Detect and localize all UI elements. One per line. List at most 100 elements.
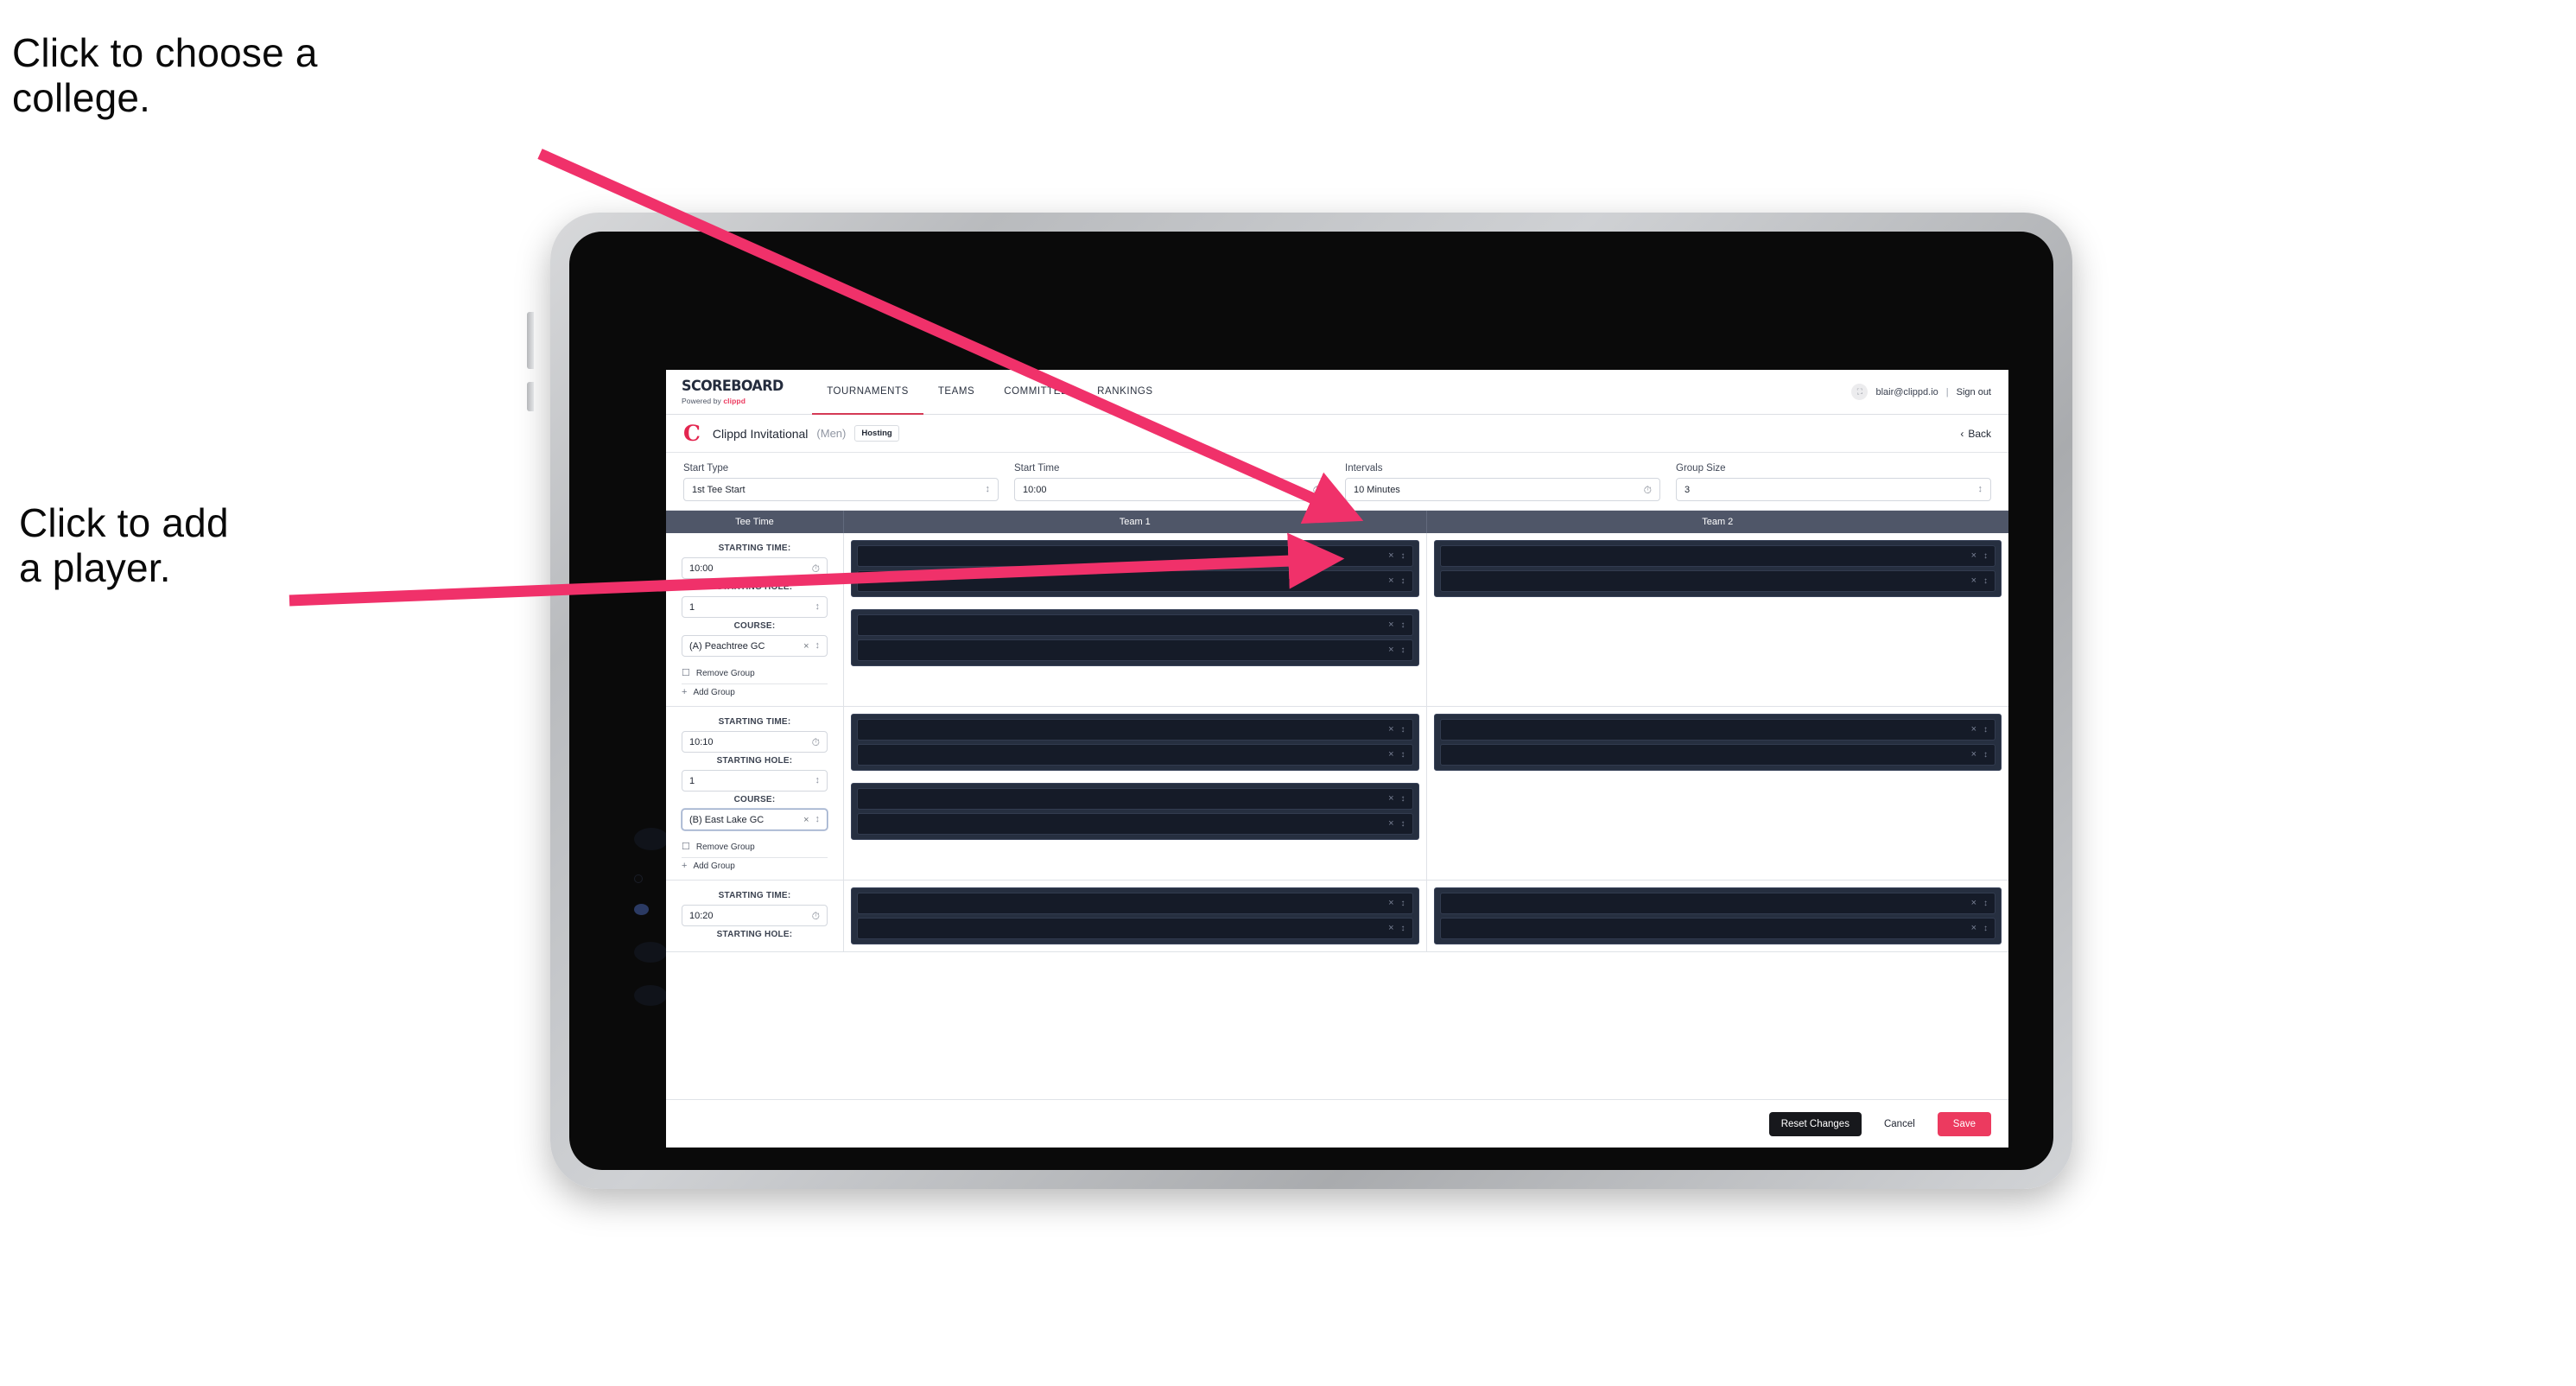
tab-tournaments[interactable]: TOURNAMENTS xyxy=(812,370,923,415)
chevron-updown-icon[interactable]: ↕ xyxy=(815,602,821,612)
clear-icon[interactable]: × xyxy=(803,641,809,652)
clear-player-icon[interactable]: × xyxy=(1388,750,1393,760)
player-slot[interactable]: × ↕ xyxy=(857,570,1413,592)
clear-player-icon[interactable]: × xyxy=(1388,899,1393,908)
player-slot[interactable]: × ↕ xyxy=(857,918,1413,939)
starting-time-input[interactable]: 10:20 ⏱ xyxy=(682,905,828,926)
player-slot-empty-field[interactable] xyxy=(1450,745,1971,765)
avatar[interactable]: ⛶ xyxy=(1851,384,1869,400)
chevron-updown-icon[interactable]: ↕ xyxy=(815,815,821,824)
player-slot-empty-field[interactable] xyxy=(866,893,1388,913)
chevron-updown-icon[interactable]: ↕ xyxy=(1983,924,1988,933)
player-slot-empty-field[interactable] xyxy=(1450,720,1971,740)
player-slot[interactable]: × ↕ xyxy=(1439,545,1995,567)
chevron-updown-icon[interactable]: ↕ xyxy=(1401,725,1405,734)
player-slot-empty-field[interactable] xyxy=(1450,546,1971,566)
clear-icon[interactable]: × xyxy=(803,815,809,825)
clear-player-icon[interactable]: × xyxy=(1971,551,1976,561)
chevron-updown-icon[interactable]: ↕ xyxy=(1983,725,1988,734)
starting-time-input[interactable]: 10:00 ⏱ xyxy=(682,557,828,579)
clock-icon[interactable]: ⏱ xyxy=(812,563,820,574)
clear-player-icon[interactable]: × xyxy=(1971,750,1976,760)
cancel-button[interactable]: Cancel xyxy=(1874,1112,1926,1136)
player-slot-empty-field[interactable] xyxy=(866,546,1388,566)
clock-icon[interactable]: ⏱ xyxy=(812,737,820,747)
chevron-updown-icon[interactable]: ↕ xyxy=(1401,794,1405,804)
starting-hole-input[interactable]: 1 ↕ xyxy=(682,596,828,618)
back-link[interactable]: ‹ Back xyxy=(1960,428,1991,440)
player-slot[interactable]: × ↕ xyxy=(857,788,1413,810)
player-slot-empty-field[interactable] xyxy=(866,571,1388,591)
player-slot-empty-field[interactable] xyxy=(866,789,1388,809)
player-slot[interactable]: × ↕ xyxy=(857,719,1413,741)
clear-player-icon[interactable]: × xyxy=(1388,620,1393,630)
player-slot[interactable]: × ↕ xyxy=(1439,744,1995,766)
brand-logo[interactable]: SCOREBOARD Powered by clippd xyxy=(682,370,812,414)
player-slot[interactable]: × ↕ xyxy=(1439,719,1995,741)
chevron-updown-icon[interactable]: ↕ xyxy=(1983,899,1988,908)
clear-player-icon[interactable]: × xyxy=(1971,576,1976,586)
player-slot[interactable]: × ↕ xyxy=(857,813,1413,835)
clear-player-icon[interactable]: × xyxy=(1388,725,1393,734)
chevron-updown-icon[interactable]: ↕ xyxy=(1401,819,1405,829)
chevron-updown-icon[interactable]: ↕ xyxy=(1401,924,1405,933)
player-slot[interactable]: × ↕ xyxy=(857,614,1413,636)
reset-changes-button[interactable]: Reset Changes xyxy=(1768,1111,1862,1136)
clear-player-icon[interactable]: × xyxy=(1388,819,1393,829)
remove-group-button[interactable]: ☐ Remove Group xyxy=(682,665,828,684)
chevron-updown-icon[interactable]: ↕ xyxy=(1401,645,1405,655)
chevron-updown-icon[interactable]: ↕ xyxy=(815,641,821,651)
clock-icon[interactable]: ⏱ xyxy=(812,911,820,921)
clear-player-icon[interactable]: × xyxy=(1388,645,1393,655)
player-slot-empty-field[interactable] xyxy=(1450,919,1971,938)
player-slot[interactable]: × ↕ xyxy=(1439,918,1995,939)
starting-time-input[interactable]: 10:10 ⏱ xyxy=(682,731,828,753)
chevron-updown-icon[interactable]: ↕ xyxy=(1401,551,1405,561)
tee-time-group-row: STARTING TIME: 10:00 ⏱ STARTING HOLE: 1 ↕ COUR… xyxy=(666,533,2008,707)
clear-player-icon[interactable]: × xyxy=(1388,924,1393,933)
clear-player-icon[interactable]: × xyxy=(1388,794,1393,804)
starting-hole-input[interactable]: 1 ↕ xyxy=(682,770,828,792)
clear-player-icon[interactable]: × xyxy=(1971,924,1976,933)
chevron-updown-icon[interactable]: ↕ xyxy=(1401,576,1405,586)
player-slot[interactable]: × ↕ xyxy=(1439,893,1995,914)
player-slot[interactable]: × ↕ xyxy=(857,744,1413,766)
chevron-updown-icon[interactable]: ↕ xyxy=(1983,576,1988,586)
start-type-select[interactable]: 1st Tee Start ↕ xyxy=(683,478,999,501)
add-group-button[interactable]: + Add Group xyxy=(682,858,828,874)
player-slot-empty-field[interactable] xyxy=(866,720,1388,740)
player-slot-empty-field[interactable] xyxy=(1450,571,1971,591)
save-button[interactable]: Save xyxy=(1937,1111,1991,1136)
player-slot[interactable]: × ↕ xyxy=(857,893,1413,914)
clear-player-icon[interactable]: × xyxy=(1971,899,1976,908)
chevron-updown-icon[interactable]: ↕ xyxy=(1401,620,1405,630)
course-select[interactable]: (B) East Lake GC × ↕ xyxy=(682,809,828,830)
chevron-updown-icon[interactable]: ↕ xyxy=(815,776,821,785)
chevron-updown-icon[interactable]: ↕ xyxy=(1401,750,1405,760)
player-slot-empty-field[interactable] xyxy=(866,919,1388,938)
tab-rankings[interactable]: RANKINGS xyxy=(1082,370,1167,415)
clear-player-icon[interactable]: × xyxy=(1388,551,1393,561)
clear-player-icon[interactable]: × xyxy=(1388,576,1393,586)
group-size-stepper[interactable]: 3 ↕ xyxy=(1676,478,1991,501)
sign-out-link[interactable]: Sign out xyxy=(1957,387,1991,397)
chevron-updown-icon[interactable]: ↕ xyxy=(1983,750,1988,760)
player-slot[interactable]: × ↕ xyxy=(857,639,1413,661)
tab-committee[interactable]: COMMITTEE xyxy=(989,370,1082,415)
player-slot-empty-field[interactable] xyxy=(1450,893,1971,913)
player-slot-empty-field[interactable] xyxy=(866,640,1388,660)
chevron-updown-icon[interactable]: ↕ xyxy=(1983,551,1988,561)
player-slot-empty-field[interactable] xyxy=(866,814,1388,834)
player-slot[interactable]: × ↕ xyxy=(857,545,1413,567)
tab-teams[interactable]: TEAMS xyxy=(923,370,989,415)
course-select[interactable]: (A) Peachtree GC × ↕ xyxy=(682,635,828,657)
clear-player-icon[interactable]: × xyxy=(1971,725,1976,734)
remove-group-button[interactable]: ☐ Remove Group xyxy=(682,839,828,858)
player-slot-empty-field[interactable] xyxy=(866,615,1388,635)
add-group-button[interactable]: + Add Group xyxy=(682,684,828,701)
player-slot[interactable]: × ↕ xyxy=(1439,570,1995,592)
start-time-input[interactable]: 10:00 ⏱ xyxy=(1014,478,1329,501)
intervals-input[interactable]: 10 Minutes ⏱ xyxy=(1345,478,1660,501)
chevron-updown-icon[interactable]: ↕ xyxy=(1401,899,1405,908)
player-slot-empty-field[interactable] xyxy=(866,745,1388,765)
